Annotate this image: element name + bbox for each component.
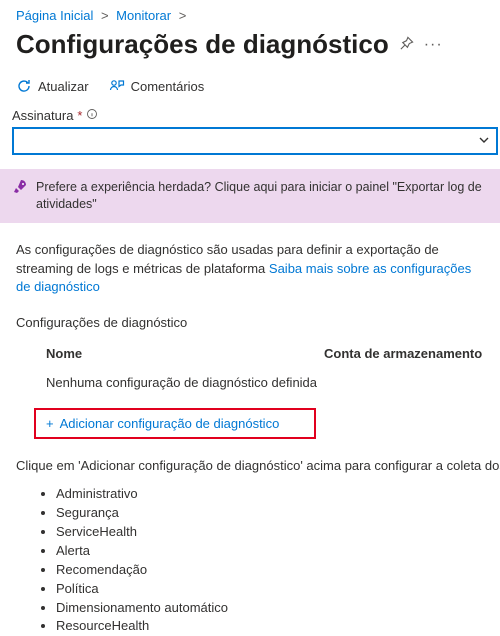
subscription-label: Assinatura * <box>0 108 500 127</box>
intro-text: As configurações de diagnóstico são usad… <box>0 241 500 298</box>
chevron-right-icon: > <box>179 8 187 23</box>
column-storage-account: Conta de armazenamento <box>324 346 484 361</box>
section-subheading: Configurações de diagnóstico <box>0 297 500 340</box>
legacy-banner[interactable]: Prefere a experiência herdada? Clique aq… <box>0 169 500 223</box>
subscription-label-text: Assinatura <box>12 108 73 123</box>
column-name: Nome <box>46 346 324 361</box>
list-item: Segurança <box>56 504 484 523</box>
rocket-icon <box>12 179 28 200</box>
pin-icon[interactable] <box>399 36 414 54</box>
refresh-button[interactable]: Atualizar <box>16 78 89 94</box>
breadcrumb: Página Inicial > Monitorar > <box>0 0 500 27</box>
add-diagnostic-label: Adicionar configuração de diagnóstico <box>60 416 280 431</box>
list-item: Dimensionamento automático <box>56 599 484 618</box>
log-types-list: Administrativo Segurança ServiceHealth A… <box>0 483 500 636</box>
required-indicator: * <box>77 108 82 123</box>
empty-state-row: Nenhuma configuração de diagnóstico defi… <box>0 367 500 402</box>
page-title: Configurações de diagnóstico <box>16 29 389 60</box>
list-item: Alerta <box>56 542 484 561</box>
toolbar: Atualizar Comentários <box>0 78 500 108</box>
more-icon[interactable]: ··· <box>424 36 443 54</box>
banner-text: Prefere a experiência herdada? Clique aq… <box>36 179 488 213</box>
refresh-label: Atualizar <box>38 79 89 94</box>
breadcrumb-home[interactable]: Página Inicial <box>16 8 93 23</box>
breadcrumb-monitor[interactable]: Monitorar <box>116 8 171 23</box>
add-diagnostic-button[interactable]: + Adicionar configuração de diagnóstico <box>46 416 279 431</box>
instruction-text: Clique em 'Adicionar configuração de dia… <box>0 453 500 483</box>
table-header: Nome Conta de armazenamento <box>0 340 500 367</box>
chevron-down-icon <box>478 134 490 149</box>
feedback-button[interactable]: Comentários <box>109 78 205 94</box>
list-item: Administrativo <box>56 485 484 504</box>
plus-icon: + <box>46 416 54 431</box>
info-icon[interactable] <box>86 108 98 123</box>
list-item: ResourceHealth <box>56 617 484 636</box>
list-item: Política <box>56 580 484 599</box>
chevron-right-icon: > <box>101 8 109 23</box>
list-item: Recomendação <box>56 561 484 580</box>
feedback-icon <box>109 78 125 94</box>
feedback-label: Comentários <box>131 79 205 94</box>
page-header: Configurações de diagnóstico ··· <box>0 27 500 78</box>
subscription-select[interactable] <box>12 127 498 155</box>
add-diagnostic-highlight: + Adicionar configuração de diagnóstico <box>34 408 316 439</box>
refresh-icon <box>16 78 32 94</box>
list-item: ServiceHealth <box>56 523 484 542</box>
